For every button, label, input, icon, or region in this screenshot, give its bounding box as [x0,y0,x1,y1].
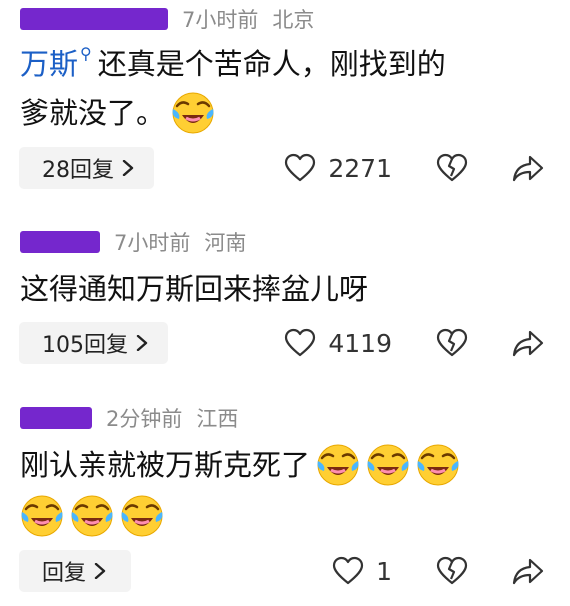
comment-text: 刚认亲就被万斯克死了 [20,448,311,482]
heart-outline-icon [284,328,316,358]
comment-location: 河南 [204,231,247,255]
like-button[interactable]: 1 [332,556,392,586]
comment-actions: 1 [332,550,544,592]
search-icon[interactable]: ⚲ [80,34,92,74]
laugh-cry-emoji [70,494,114,538]
comment-text: 这得通知万斯回来摔盆儿呀 [20,272,369,306]
reply-label: 回复 [42,561,87,586]
like-button[interactable]: 2271 [284,153,392,183]
comment-text-line [14,494,164,538]
comment-time: 7小时前 [114,231,191,255]
laugh-cry-emoji [316,443,360,487]
reply-label: 28回复 [42,158,114,183]
heart-outline-icon [332,556,364,586]
like-button[interactable]: 4119 [284,328,392,358]
comment-time: 2分钟前 [106,407,183,431]
comment-text-line: 刚认亲就被万斯克死了 [20,443,460,487]
laugh-cry-emoji [20,494,64,538]
like-count: 1 [376,556,392,586]
chevron-right-icon [136,335,148,351]
like-count: 2271 [328,153,392,183]
username-redacted[interactable] [20,231,100,253]
username-redacted[interactable] [20,8,168,30]
broken-heart-icon[interactable] [436,328,468,358]
share-arrow-icon[interactable] [512,153,544,183]
comment-text: 还真是个苦命人，刚找到的 [97,47,446,81]
laugh-cry-emoji [171,91,215,135]
comment-meta: 2分钟前 江西 [20,401,238,435]
comment-text-line: 万斯 ⚲ 还真是个苦命人，刚找到的 [20,44,446,84]
reply-label: 105回复 [42,333,128,358]
broken-heart-icon[interactable] [436,556,468,586]
comment-actions: 2271 [284,147,544,189]
like-count: 4119 [328,328,392,358]
chevron-right-icon [122,160,134,176]
share-arrow-icon[interactable] [512,328,544,358]
laugh-cry-emoji [366,443,410,487]
comment-meta: 7小时前 河南 [20,225,246,259]
reply-button[interactable]: 回复 [19,550,131,592]
comment-text-line: 这得通知万斯回来摔盆儿呀 [20,269,368,309]
share-arrow-icon[interactable] [512,556,544,586]
reply-button[interactable]: 28回复 [19,147,154,189]
reply-button[interactable]: 105回复 [19,322,168,364]
comment-meta: 7小时前 北京 [20,2,314,36]
laugh-cry-emoji [120,494,164,538]
comment-location: 江西 [196,407,239,431]
laugh-cry-emoji [416,443,460,487]
broken-heart-icon[interactable] [436,153,468,183]
comment-location: 北京 [272,8,315,32]
username-redacted[interactable] [20,407,92,429]
mention-link[interactable]: 万斯 [20,44,78,84]
comment-time: 7小时前 [182,8,259,32]
chevron-right-icon [94,563,106,579]
comment-text: 爹就没了。 [20,96,166,130]
heart-outline-icon [284,153,316,183]
comment-actions: 4119 [284,322,544,364]
comment-text-line: 爹就没了。 [20,91,215,135]
